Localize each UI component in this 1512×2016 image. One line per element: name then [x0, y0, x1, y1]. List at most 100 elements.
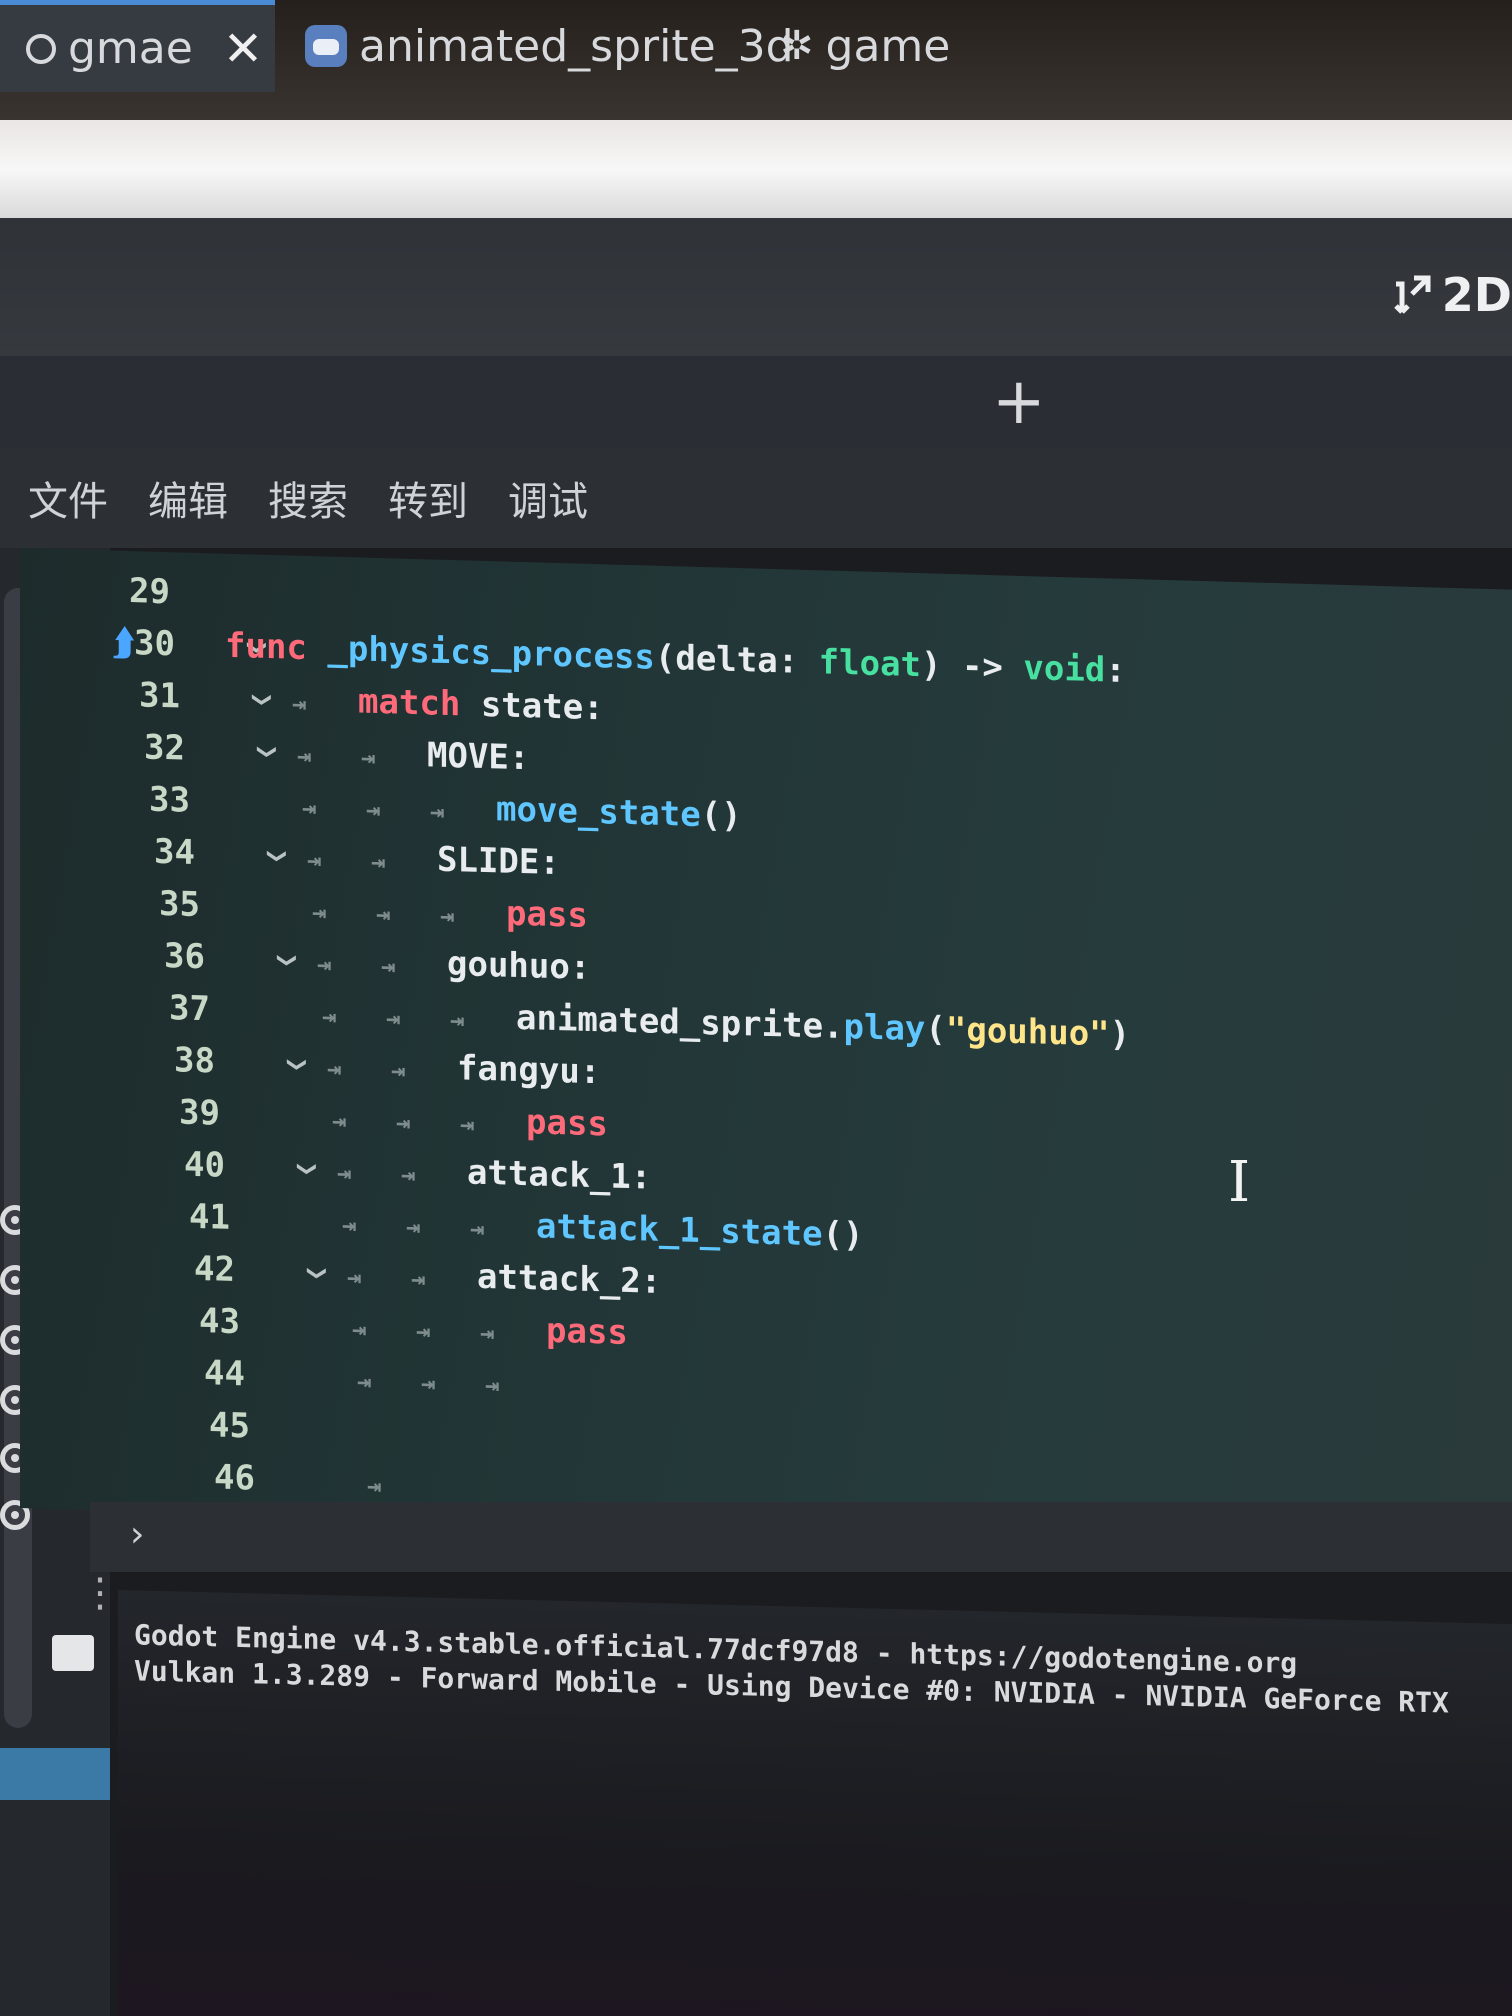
tab-indent-marker: ⇥	[307, 846, 322, 875]
menu-debug[interactable]: 调试	[508, 469, 588, 527]
tab-indent-marker: ⇥	[366, 795, 381, 825]
tab-indent-marker: ⇥	[367, 1471, 382, 1501]
code-text: fangyu:	[457, 1048, 600, 1092]
code-token: SLIDE:	[437, 839, 560, 884]
code-token: :	[1105, 650, 1126, 691]
line-number: 31	[139, 675, 180, 717]
tab-indent-marker: ⇥	[352, 1315, 367, 1344]
chevron-right-icon[interactable]: ›	[130, 1514, 144, 1555]
tab-indent-marker: ⇥	[312, 898, 327, 927]
code-text: pass	[526, 1102, 608, 1144]
tab-label: gmae	[68, 23, 193, 74]
godot-scene-icon	[305, 25, 347, 67]
code-editor[interactable]: 29 30 ⮭ ❯ func _physics_process(delta: float…	[20, 548, 1512, 1550]
kebab-menu-icon[interactable]: ⋮	[80, 1570, 120, 1616]
script-menu-bar: 文件 编辑 搜索 转到 调试	[0, 448, 1512, 548]
code-token: ) ->	[921, 645, 1024, 689]
line-number: 29	[129, 571, 170, 613]
tab-animated-sprite-3d[interactable]: animated_sprite_3d	[305, 0, 794, 92]
tab-indent-marker: ⇥	[337, 1158, 352, 1188]
tab-indent-marker: ⇥	[430, 797, 445, 826]
screen-glare	[0, 120, 1512, 220]
fold-chevron-icon[interactable]: ❯	[292, 1161, 322, 1177]
jump-arrow-icon[interactable]: ⮭	[113, 623, 134, 666]
code-text: move_state()	[496, 789, 742, 836]
line-number: 45	[209, 1405, 250, 1447]
tab-indent-marker: ⇥	[396, 1108, 411, 1137]
tab-indent-marker: ⇥	[342, 1210, 357, 1240]
code-token: pass	[546, 1310, 628, 1353]
fold-chevron-icon[interactable]: ❯	[247, 692, 277, 708]
script-circle-icon	[26, 33, 56, 64]
line-number: 43	[199, 1301, 240, 1343]
line-number: 39	[179, 1092, 220, 1134]
line-number: 34	[154, 831, 195, 873]
fold-chevron-icon[interactable]: ❯	[282, 1056, 312, 1072]
code-token: fangyu:	[457, 1048, 601, 1093]
code-text: pass	[546, 1311, 628, 1353]
tab-indent-marker: ⇥	[450, 1006, 465, 1035]
fold-chevron-icon[interactable]: ❯	[302, 1265, 332, 1281]
node-tree-icon: ✲	[780, 23, 814, 69]
tab-indent-marker: ⇥	[371, 847, 386, 877]
tab-indent-marker: ⇥	[332, 1106, 347, 1136]
code-text: gouhuo:	[447, 944, 590, 988]
mode-2d-label: 2D	[1441, 268, 1512, 322]
tab-indent-marker: ⇥	[317, 950, 332, 979]
code-token: pass	[506, 893, 588, 936]
line-number: 44	[204, 1353, 245, 1395]
code-token: func	[225, 625, 307, 669]
tab-indent-marker: ⇥	[302, 793, 317, 823]
tab-indent-marker: ⇥	[485, 1370, 500, 1400]
tab-indent-marker: ⇥	[347, 1263, 362, 1292]
bottom-panel-expander[interactable]: ›	[90, 1502, 1512, 1572]
code-token: move_state	[496, 789, 701, 836]
selected-item-highlight	[0, 1748, 110, 1800]
mode-2d-button[interactable]: 2D	[1392, 268, 1512, 322]
tab-label: game	[825, 20, 951, 72]
add-tab-button[interactable]: +	[992, 356, 1046, 448]
code-token: )	[1109, 1014, 1131, 1056]
code-token: animated_sprite.	[516, 997, 844, 1048]
tab-indent-marker: ⇥	[480, 1318, 495, 1348]
line-number: 38	[174, 1040, 215, 1082]
menu-edit[interactable]: 编辑	[148, 469, 228, 527]
output-panel: Godot Engine v4.3.stable.official.77dcf9…	[118, 1590, 1512, 2016]
tab-gmae[interactable]: gmae ✕	[0, 0, 275, 92]
tab-indent-marker: ⇥	[322, 1002, 337, 1031]
fold-chevron-icon[interactable]: ❯	[262, 848, 292, 864]
text-cursor-icon: I	[1228, 1150, 1251, 1215]
tab-indent-marker: ⇥	[416, 1317, 431, 1346]
code-token: state:	[460, 684, 604, 729]
close-icon[interactable]: ✕	[223, 21, 263, 77]
code-token: ()	[700, 795, 742, 837]
tab-indent-marker: ⇥	[470, 1214, 485, 1243]
code-text: attack_1:	[467, 1152, 651, 1197]
menu-goto[interactable]: 转到	[388, 469, 468, 527]
code-token: ()	[822, 1214, 864, 1256]
code-text: MOVE:	[427, 735, 529, 778]
tab-game[interactable]: ✲ game	[780, 0, 950, 92]
tab-indent-marker: ⇥	[357, 1367, 372, 1396]
fold-chevron-icon[interactable]: ❯	[252, 744, 282, 760]
2d-mode-icon	[1394, 275, 1431, 314]
menu-file[interactable]: 文件	[28, 469, 108, 527]
code-token: gouhuo:	[447, 943, 591, 988]
script-tab-bar	[0, 356, 1512, 448]
menu-search[interactable]: 搜索	[268, 469, 348, 527]
tab-indent-marker: ⇥	[391, 1056, 406, 1085]
line-number: 41	[189, 1196, 230, 1238]
line-number: 40	[184, 1144, 225, 1186]
code-text: match state:	[358, 681, 604, 728]
code-token: match	[358, 681, 461, 725]
code-token: (	[925, 1009, 946, 1050]
code-token: attack_1:	[467, 1152, 652, 1198]
fold-chevron-icon[interactable]: ❯	[272, 952, 302, 968]
editor-top-bar	[0, 218, 1512, 363]
code-text: attack_1_state()	[536, 1206, 864, 1255]
code-token: (delta:	[654, 637, 819, 683]
tab-indent-marker: ⇥	[386, 1004, 401, 1033]
filesystem-icon[interactable]	[52, 1635, 94, 1671]
tab-indent-marker: ⇥	[297, 741, 312, 771]
code-text: SLIDE:	[437, 840, 560, 883]
